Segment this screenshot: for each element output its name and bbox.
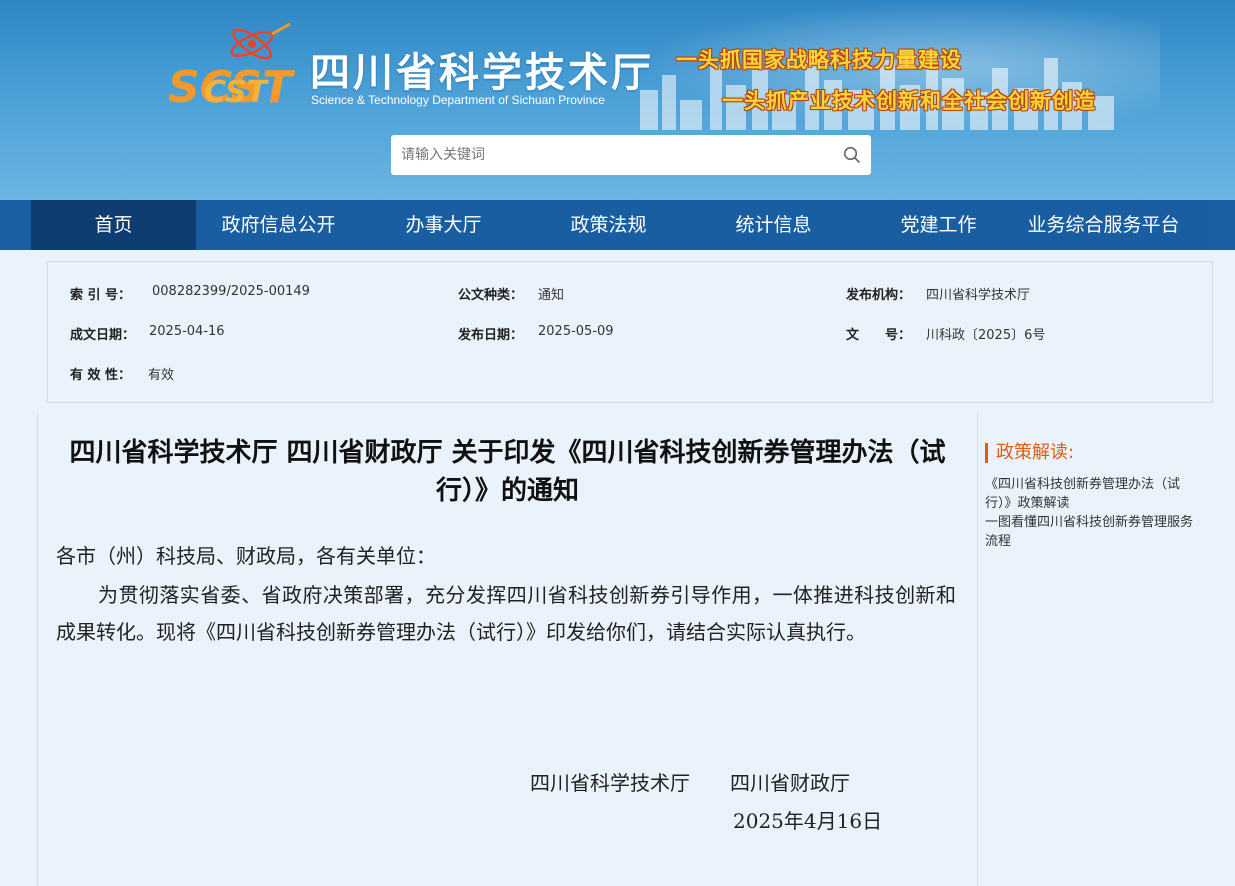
org-name-en: Science & Technology Department of Sichu… (311, 93, 605, 107)
slogan-line-1: 一头抓国家战略科技力量建设 (676, 48, 962, 72)
header-banner: SCST CST 四川省科学技术厅 Science & Technology D… (0, 0, 1235, 200)
nav-item-party-building[interactable]: 党建工作 (856, 200, 1021, 250)
org-name-cn: 四川省科学技术厅 (310, 50, 654, 96)
doc-no-value: 川科政〔2025〕6号 (926, 328, 1046, 343)
document-metadata: 索 引 号： 008282399/2025-00149 公文种类： 通知 发布机… (47, 261, 1213, 403)
written-date-label: 成文日期： (70, 328, 136, 343)
nav-item-statistics[interactable]: 统计信息 (691, 200, 856, 250)
document-salutation: 各市（州）科技局、财政局，各有关单位： (56, 544, 436, 568)
signature-date: 2025年4月16日 (733, 809, 883, 833)
index-no-label: 索 引 号： (70, 288, 132, 303)
signature-organizations: 四川省科学技术厅 四川省财政厅 (530, 771, 850, 795)
sidebar-divider (977, 413, 978, 886)
validity-value: 有效 (148, 368, 175, 383)
publish-date-label: 发布日期： (458, 328, 524, 343)
scst-logo: SCST CST (168, 22, 295, 112)
main-nav: 首页 政府信息公开 办事大厅 政策法规 统计信息 党建工作 业务综合服务平台 (0, 200, 1235, 250)
index-no-value: 008282399/2025-00149 (152, 284, 310, 299)
search-input[interactable] (391, 135, 831, 175)
document-paragraph: 为贯彻落实省委、省政府决策部署，充分发挥四川省科技创新券引导作用，一体推进科技创… (56, 583, 956, 644)
nav-item-service-platform[interactable]: 业务综合服务平台 (1021, 200, 1186, 250)
nav-item-gov-info[interactable]: 政府信息公开 (196, 200, 361, 250)
document-title: 四川省科学技术厅 四川省财政厅 关于印发《四川省科技创新券管理办法（试行）》的通… (69, 438, 946, 506)
validity-label: 有 效 性： (70, 368, 132, 383)
search-icon[interactable] (843, 146, 861, 164)
process-infographic-link[interactable]: 一图看懂四川省科技创新券管理服务流程 (985, 513, 1200, 551)
policy-interpretation-heading: 政策解读: (985, 443, 1074, 463)
publish-date-value: 2025-05-09 (538, 324, 614, 339)
nav-item-service-hall[interactable]: 办事大厅 (361, 200, 526, 250)
slogan-line-2: 一头抓产业技术创新和全社会创新创造 (722, 89, 1096, 113)
publisher-value: 四川省科学技术厅 (926, 288, 1031, 303)
publisher-label: 发布机构： (846, 288, 912, 303)
doc-type-value: 通知 (538, 288, 565, 303)
doc-no-label: 文 号： (846, 328, 912, 343)
svg-text:CST: CST (204, 75, 270, 110)
search-box (391, 135, 871, 175)
written-date-value: 2025-04-16 (149, 324, 225, 339)
nav-item-home[interactable]: 首页 (31, 200, 196, 250)
policy-interpretation-link[interactable]: 《四川省科技创新券管理办法（试行）》政策解读 (985, 475, 1200, 513)
doc-type-label: 公文种类： (458, 288, 524, 303)
nav-item-policies[interactable]: 政策法规 (526, 200, 691, 250)
